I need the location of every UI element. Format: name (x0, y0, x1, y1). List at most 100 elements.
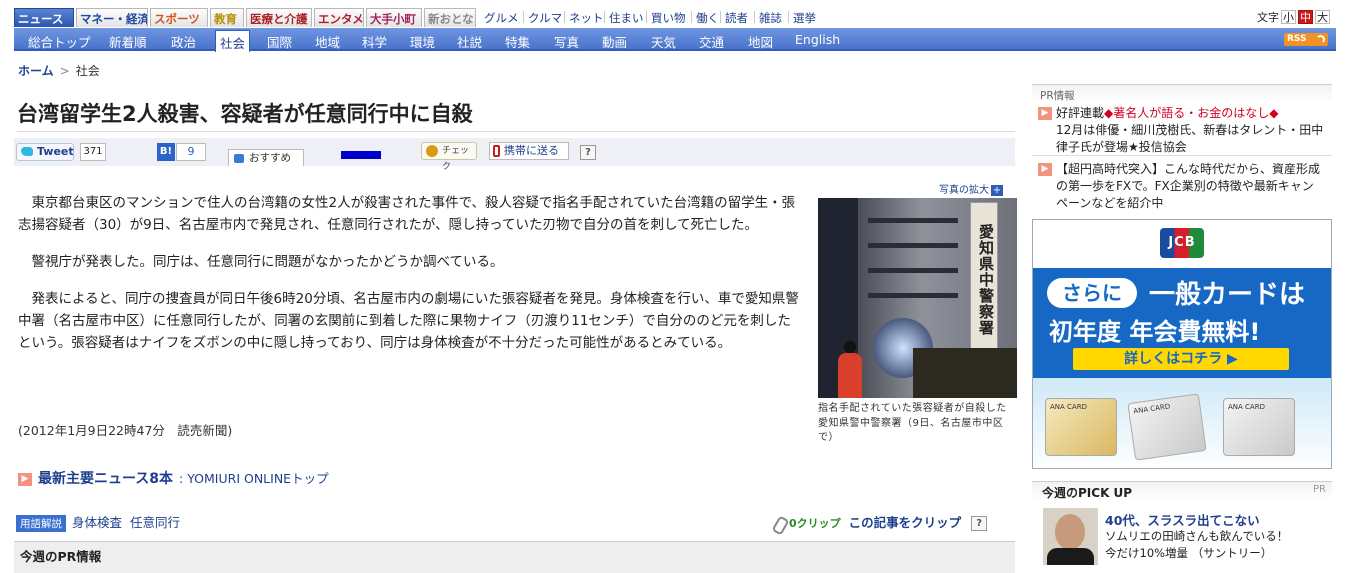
link-net[interactable]: ネット (569, 10, 604, 26)
top-nav: ニュース マネー・経済 スポーツ 教育 医療と介護 エンタメ 大手小町 新おとな… (14, 6, 1336, 28)
pr-item-line: の第一歩をFXで。FX企業別の特徴や最新キャン (1056, 179, 1314, 193)
article-photo[interactable]: 愛知県中警察署 (818, 198, 1017, 398)
twitter-bird-icon (21, 147, 33, 156)
section-nav: 総合トップ 新着順 政治 社会 国際 地域 科学 環境 社説 特集 写真 動画 … (14, 28, 1336, 52)
breadcrumb-current[interactable]: 社会 (76, 64, 100, 78)
arrow-icon: ▶ (18, 473, 32, 486)
tab-news[interactable]: ニュース (14, 8, 74, 27)
clip-article: 0クリップ この記事をクリップ ? (771, 512, 988, 531)
pr-item-line: 律子氏が登場★投信協会 (1056, 140, 1187, 154)
section-latest[interactable]: 新着順 (109, 32, 147, 51)
mixi-check-button[interactable]: チェック (421, 142, 477, 172)
glossary: 用語解説 身体検査 任意同行 (16, 512, 188, 532)
section-english[interactable]: English (795, 32, 840, 47)
mobile-phone-icon (493, 145, 500, 157)
tab-entame[interactable]: エンタメ (314, 8, 364, 27)
pr-item[interactable]: ▶ 好評連載◆著名人が語る・お金のはなし◆ 12月は俳優・細川茂樹氏、新春はタレ… (1036, 105, 1332, 155)
font-size-label: 文字 (1257, 11, 1279, 24)
face-shape (1055, 514, 1085, 550)
article-body: 東京都台東区のマンションで住人の台湾籍の女性2人が殺害された事件で、殺人容疑で指… (18, 192, 801, 369)
section-map[interactable]: 地図 (748, 32, 773, 51)
divider (788, 11, 789, 23)
photo-enlarge-label: 写真の拡大 (939, 185, 989, 196)
section-video[interactable]: 動画 (602, 32, 627, 51)
link-work[interactable]: 働く (696, 10, 719, 26)
arrow-icon: ▶ (1038, 163, 1052, 176)
link-car[interactable]: クルマ (528, 10, 562, 26)
tab-otona[interactable]: 新おとな (424, 8, 476, 27)
rss-button[interactable]: RSS (1284, 33, 1328, 46)
pickup-desc-line: 今だけ10%増量 （サントリー） (1105, 546, 1273, 560)
hatena-bookmark-icon[interactable]: B! (157, 143, 175, 161)
tweet-label: Tweet (37, 145, 74, 158)
jcb-logo: JCB (1160, 228, 1204, 258)
photo-enlarge-link[interactable]: 写真の拡大 + (939, 181, 1003, 196)
divider (523, 11, 524, 23)
section-editorial[interactable]: 社説 (457, 32, 482, 51)
font-size-large-button[interactable]: 大 (1315, 10, 1330, 24)
section-feature[interactable]: 特集 (505, 32, 530, 51)
help-icon[interactable]: ? (971, 516, 988, 531)
ad-headline: 一般カードは (1149, 280, 1306, 310)
pickup-image[interactable] (1043, 508, 1098, 565)
pr-item-prefix: 好評連載 (1056, 106, 1105, 120)
breadcrumb: ホーム > 社会 (18, 62, 100, 79)
glossary-label: 用語解説 (16, 515, 66, 532)
person-figure (838, 341, 862, 398)
breadcrumb-separator: > (59, 64, 70, 78)
article-dateline: (2012年1月9日22時47分 読売新聞) (18, 423, 233, 438)
section-science[interactable]: 科学 (362, 32, 387, 51)
breadcrumb-home[interactable]: ホーム (18, 64, 54, 78)
pickup-headline[interactable]: 40代、スラスラ出てこない (1105, 510, 1260, 529)
link-shopping[interactable]: 買い物 (651, 10, 686, 26)
section-region[interactable]: 地域 (315, 32, 340, 51)
section-environment[interactable]: 環境 (410, 32, 435, 51)
send-to-mobile-button[interactable]: 携帯に送る (489, 142, 569, 160)
jcb-ad-banner[interactable]: JCB さらに 一般カードは 初年度 年会費無料! 詳しくはコチラ ▶ ANA … (1032, 219, 1332, 469)
recommend-label: おすすめ (249, 152, 291, 164)
glossary-term[interactable]: 任意同行 (130, 515, 180, 530)
tab-sports[interactable]: スポーツ (150, 8, 208, 27)
window-band (868, 293, 958, 298)
recommend-button[interactable]: おすすめ (228, 149, 304, 166)
link-magazine[interactable]: 雑誌 (759, 10, 782, 26)
pickup-description: ソムリエの田崎さんも飲んでいる！ 今だけ10%増量 （サントリー） (1105, 528, 1288, 562)
section-traffic[interactable]: 交通 (699, 32, 724, 51)
latest-news: ▶ 最新主要ニュース8本 : YOMIURI ONLINEトップ (18, 468, 329, 488)
pr-item[interactable]: ▶ 【超円高時代突入】こんな時代だから、資産形成 の第一歩をFXで。FX企業別の… (1036, 161, 1332, 213)
link-reading[interactable]: 読者 (725, 10, 748, 26)
tweet-button[interactable]: Tweet (16, 143, 74, 161)
tab-education[interactable]: 教育 (210, 8, 244, 27)
pr-item-highlight: ◆著名人が語る・お金のはなし◆ (1104, 106, 1279, 120)
ad-header: JCB (1033, 220, 1331, 268)
tab-money[interactable]: マネー・経済 (76, 8, 148, 27)
font-size-medium-button[interactable]: 中 (1298, 10, 1313, 24)
section-politics[interactable]: 政治 (171, 32, 196, 51)
link-gourmet[interactable]: グルメ (484, 10, 519, 26)
tab-medical[interactable]: 医療と介護 (246, 8, 312, 27)
divider (1032, 155, 1332, 156)
ad-badge: さらに (1047, 278, 1137, 308)
divider (691, 11, 692, 23)
ad-cta-button[interactable]: 詳しくはコチラ ▶ (1073, 348, 1289, 370)
section-photo[interactable]: 写真 (554, 32, 579, 51)
font-size-small-button[interactable]: 小 (1281, 10, 1296, 24)
article-headline: 台湾留学生2人殺害、容疑者が任意同行中に自殺 (17, 98, 1015, 132)
section-weather[interactable]: 天気 (651, 32, 676, 51)
glossary-term[interactable]: 身体検査 (72, 515, 122, 530)
link-election[interactable]: 選挙 (793, 10, 816, 26)
social-toolbar: Tweet 371 B! 9 おすすめ チェック 携帯に送る ? (14, 138, 1015, 172)
article-paragraph: 発表によると、同庁の捜査員が同日午後6時20分頃、名古屋市内の劇場にいた張容疑者… (18, 291, 799, 351)
pr-item-line: 【超円高時代突入】こんな時代だから、資産形成 (1056, 162, 1321, 176)
clip-article-button[interactable]: この記事をクリップ (849, 515, 962, 530)
tab-komachi[interactable]: 大手小町 (366, 8, 422, 27)
yomiuri-top-link[interactable]: : YOMIURI ONLINEトップ (179, 471, 329, 486)
pickup-header: 今週のPICK UP PR (1032, 481, 1332, 500)
section-top[interactable]: 総合トップ (28, 32, 91, 51)
section-society[interactable]: 社会 (215, 30, 251, 52)
pr-item-line: ペーンなどを紹介中 (1056, 196, 1164, 210)
help-icon[interactable]: ? (580, 145, 596, 160)
latest-news-link[interactable]: 最新主要ニュース8本 (38, 471, 173, 487)
section-international[interactable]: 国際 (267, 32, 292, 51)
link-housing[interactable]: 住まい (609, 10, 644, 26)
